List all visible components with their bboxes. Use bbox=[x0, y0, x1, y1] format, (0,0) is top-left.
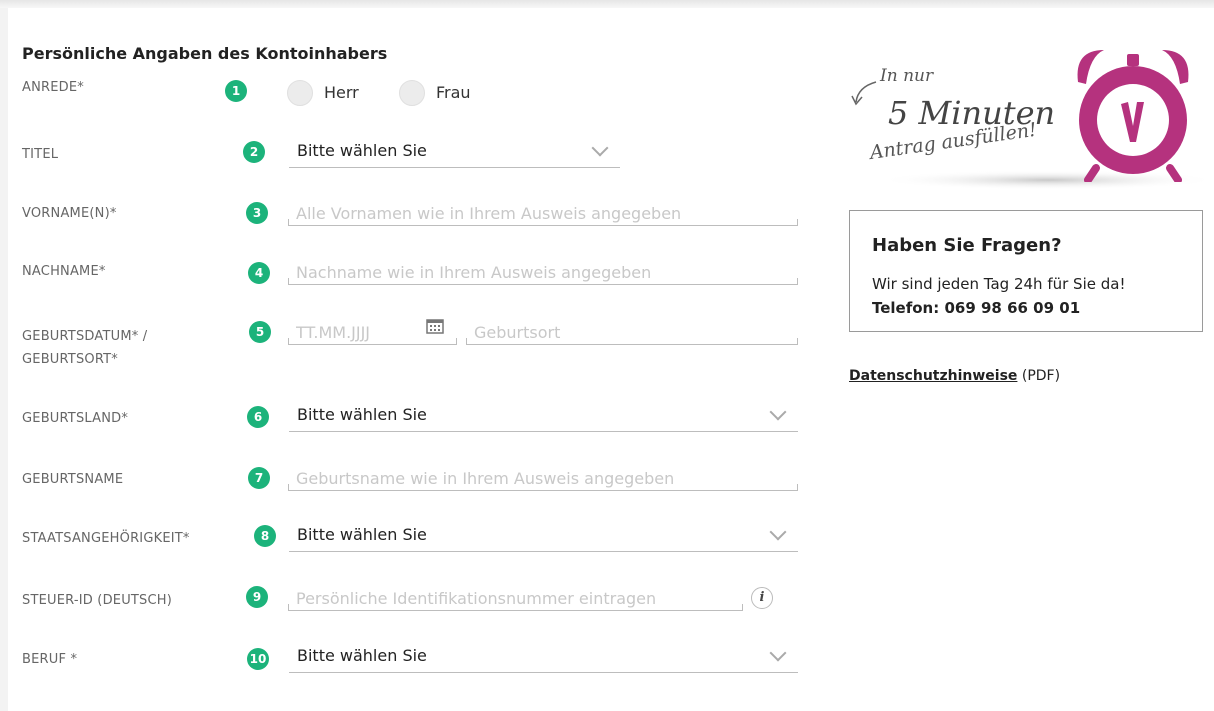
step-badge-1: 1 bbox=[225, 80, 247, 102]
nachname-input[interactable] bbox=[288, 261, 798, 283]
geburtsland-label: GEBURTSLAND* bbox=[22, 411, 129, 426]
anrede-label: ANREDE* bbox=[22, 80, 84, 95]
step-badge-4: 4 bbox=[248, 262, 270, 284]
privacy-suffix: (PDF) bbox=[1021, 368, 1061, 384]
anrede-herr-radio[interactable] bbox=[287, 80, 313, 106]
titel-label: TITEL bbox=[22, 147, 59, 162]
steuer-id-input-wrapper bbox=[288, 587, 743, 611]
step-badge-5: 5 bbox=[249, 321, 271, 343]
anrede-herr-label[interactable]: Herr bbox=[324, 83, 359, 102]
staatsangehoerigkeit-label: STAATSANGEHÖRIGKEIT* bbox=[22, 531, 190, 546]
titel-select-value: Bitte wählen Sie bbox=[297, 141, 427, 160]
geburtsname-input-wrapper bbox=[288, 467, 798, 491]
vorname-input-wrapper bbox=[288, 202, 798, 226]
step-badge-8: 8 bbox=[254, 525, 276, 547]
geburtsname-input[interactable] bbox=[288, 467, 798, 489]
geburtsland-select-value: Bitte wählen Sie bbox=[297, 405, 427, 424]
chevron-down-icon bbox=[591, 139, 609, 157]
beruf-select-value: Bitte wählen Sie bbox=[297, 646, 427, 665]
nachname-input-wrapper bbox=[288, 261, 798, 285]
beruf-label: BERUF * bbox=[22, 652, 78, 667]
step-badge-10: 10 bbox=[247, 648, 269, 670]
staatsangehoerigkeit-select-value: Bitte wählen Sie bbox=[297, 525, 427, 544]
chevron-down-icon bbox=[769, 523, 787, 541]
top-shadow bbox=[0, 0, 1214, 8]
vorname-label: VORNAME(N)* bbox=[22, 206, 117, 221]
vorname-input[interactable] bbox=[288, 202, 798, 224]
step-badge-9: 9 bbox=[246, 586, 268, 608]
anrede-frau-label[interactable]: Frau bbox=[436, 83, 471, 102]
steuer-id-label: STEUER-ID (DEUTSCH) bbox=[22, 593, 173, 608]
nachname-label: NACHNAME* bbox=[22, 264, 106, 279]
help-box: Haben Sie Fragen? Wir sind jeden Tag 24h… bbox=[849, 210, 1203, 332]
step-badge-2: 2 bbox=[243, 141, 265, 163]
chevron-down-icon bbox=[769, 403, 787, 421]
help-title: Haben Sie Fragen? bbox=[872, 235, 1062, 256]
staatsangehoerigkeit-select[interactable]: Bitte wählen Sie bbox=[289, 522, 798, 552]
chevron-down-icon bbox=[769, 644, 787, 662]
anrede-frau-radio[interactable] bbox=[399, 80, 425, 106]
help-phone: Telefon: 069 98 66 09 01 bbox=[872, 299, 1081, 317]
privacy-link[interactable]: Datenschutzhinweise bbox=[849, 368, 1017, 384]
promo-banner: In nur 5 Minuten Antrag ausfüllen! bbox=[848, 42, 1208, 192]
promo-line-1: In nur bbox=[880, 66, 934, 86]
step-badge-7: 7 bbox=[248, 467, 270, 489]
beruf-select[interactable]: Bitte wählen Sie bbox=[289, 643, 798, 673]
geburtsort-input-wrapper bbox=[466, 321, 798, 345]
steuer-id-input[interactable] bbox=[288, 587, 743, 609]
titel-select[interactable]: Bitte wählen Sie bbox=[289, 138, 620, 168]
calendar-icon[interactable] bbox=[426, 318, 444, 334]
privacy-notice: Datenschutzhinweise (PDF) bbox=[849, 368, 1060, 384]
help-text: Wir sind jeden Tag 24h für Sie da! bbox=[872, 275, 1126, 293]
step-badge-6: 6 bbox=[247, 406, 269, 428]
geburtsland-select[interactable]: Bitte wählen Sie bbox=[289, 402, 798, 432]
geburtsdatum-label: GEBURTSDATUM* / bbox=[22, 329, 148, 344]
step-badge-3: 3 bbox=[246, 202, 268, 224]
info-icon[interactable]: i bbox=[751, 587, 773, 609]
alarm-clock-icon bbox=[1077, 50, 1189, 182]
geburtsort-label: GEBURTSORT* bbox=[22, 352, 118, 367]
section-heading: Persönliche Angaben des Kontoinhabers bbox=[22, 44, 388, 63]
geburtsname-label: GEBURTSNAME bbox=[22, 472, 124, 487]
geburtsort-input[interactable] bbox=[466, 321, 798, 343]
